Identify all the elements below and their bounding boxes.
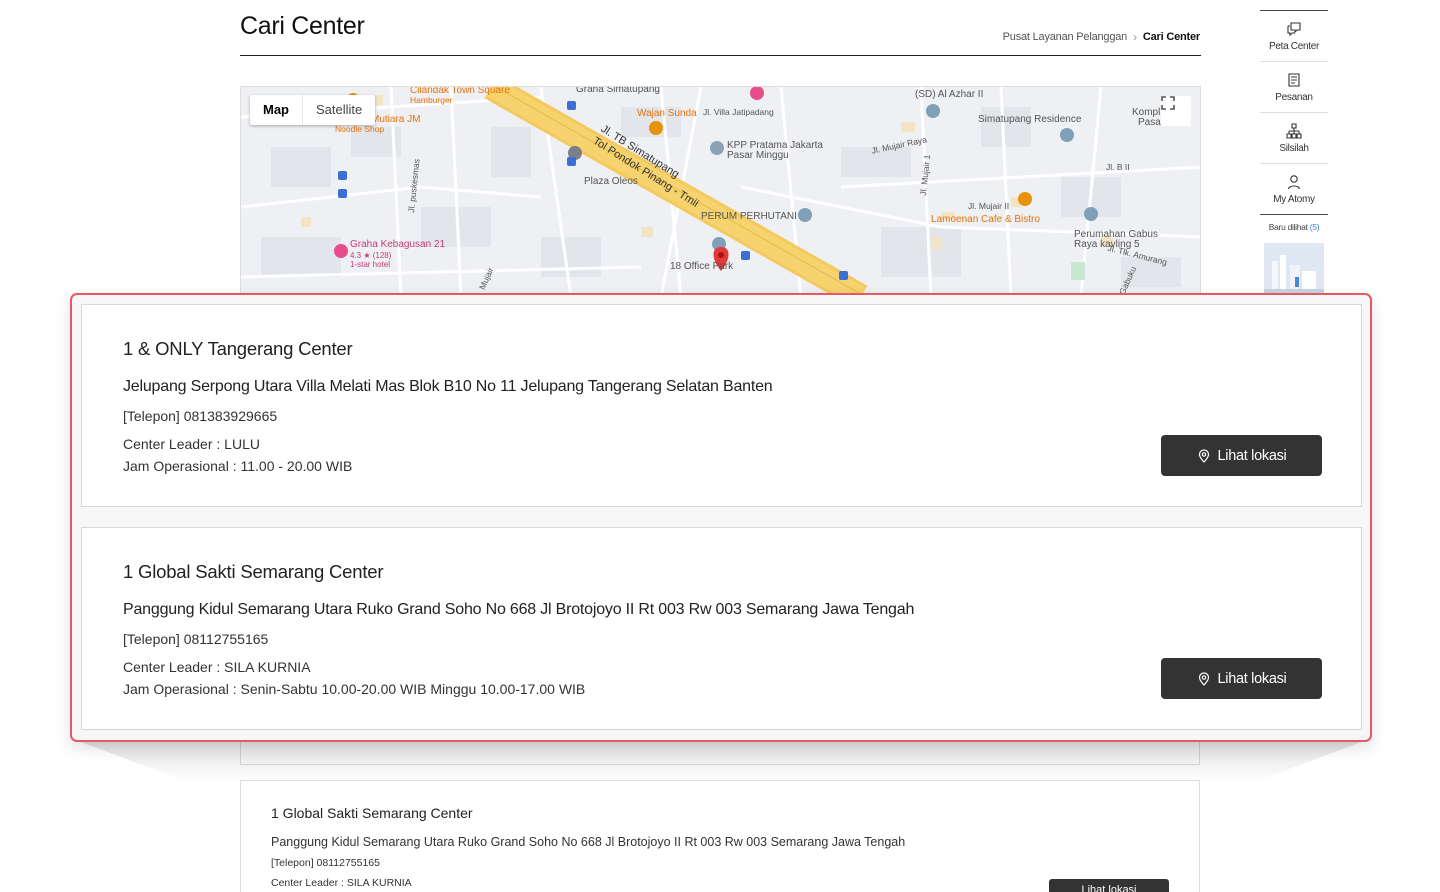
chevron-right-icon: › (1133, 30, 1137, 44)
quick-nav-peta-center[interactable]: Peta Center (1260, 11, 1328, 62)
center-name: 1 Global Sakti Semarang Center (271, 805, 473, 821)
center-leader: Center Leader : SILA KURNIA (271, 877, 412, 889)
quick-nav: Peta Center Pesanan Silsilah My Atomy (1260, 10, 1328, 215)
center-card: 1 Global Sakti Semarang Center Panggung … (240, 780, 1200, 892)
map-type-satellite-button[interactable]: Satellite (303, 95, 375, 125)
recently-viewed-label: Baru dilihat (5) (1260, 222, 1328, 232)
center-leader: Center Leader : SILA KURNIA (123, 659, 311, 675)
view-location-label: Lihat lokasi (1081, 884, 1137, 892)
view-location-button[interactable]: Lihat lokasi (1049, 879, 1169, 892)
center-address: Jelupang Serpong Utara Villa Melati Mas … (123, 378, 773, 395)
center-card: 1 Global Sakti Semarang Center Panggung … (81, 527, 1362, 730)
center-card: 1 & ONLY Tangerang Center Jelupang Serpo… (81, 304, 1362, 507)
view-location-label: Lihat lokasi (1217, 670, 1287, 687)
center-phone: [Telepon] 08112755165 (271, 857, 380, 869)
center-hours: Jam Operasional : Senin-Sabtu 10.00-20.0… (123, 681, 586, 697)
quick-nav-my-atomy[interactable]: My Atomy (1260, 164, 1328, 215)
map-label: 18 Office Park (670, 261, 734, 272)
fullscreen-icon (1161, 96, 1175, 110)
receipt-icon (1288, 72, 1300, 87)
quick-nav-label: Pesanan (1275, 91, 1313, 103)
quick-nav-label: Silsilah (1279, 142, 1309, 154)
center-address: Panggung Kidul Semarang Utara Ruko Grand… (123, 601, 915, 618)
map-label: Jl. Mujair II (968, 201, 1010, 211)
map-view[interactable]: Cilandak Town Square Hamburger Mutiara J… (240, 86, 1201, 296)
map-type-map-button[interactable]: Map (250, 95, 303, 125)
org-chart-icon (1286, 122, 1302, 139)
map-label: Plaza Oleos (584, 176, 638, 187)
center-name: 1 & ONLY Tangerang Center (123, 338, 353, 359)
map-type-control: Map Satellite (250, 95, 376, 125)
recently-viewed-thumbnail[interactable] (1264, 243, 1324, 298)
quick-nav-pesanan[interactable]: Pesanan (1260, 62, 1328, 113)
center-phone: [Telepon] 08112755165 (123, 631, 269, 647)
map-label: Graha Kebagusan 21 (350, 239, 446, 250)
map-label: Pasar Minggu (727, 150, 789, 161)
map-label: (SD) Al Azhar II (915, 89, 984, 100)
quick-nav-silsilah[interactable]: Silsilah (1260, 113, 1328, 164)
quick-nav-label: My Atomy (1273, 193, 1315, 205)
map-label: Jl. Villa Jatipadang (703, 107, 774, 117)
center-leader: Center Leader : LULU (123, 436, 260, 452)
center-phone: [Telepon] 081383929665 (123, 408, 278, 424)
map-chat-icon (1287, 21, 1301, 36)
view-location-button[interactable]: Lihat lokasi (1161, 658, 1322, 699)
location-pin-icon (1198, 448, 1209, 463)
center-name: 1 Global Sakti Semarang Center (123, 561, 384, 582)
location-pin-icon (1198, 671, 1209, 686)
map-label: Hamburger (410, 95, 453, 105)
view-location-label: Lihat lokasi (1217, 447, 1287, 464)
breadcrumb-item-customer-service[interactable]: Pusat Layanan Pelanggan (1003, 31, 1128, 43)
recently-viewed-text: Baru dilihat (1268, 222, 1308, 232)
breadcrumb-item-current: Cari Center (1142, 31, 1200, 43)
map-label: Noodle Shop (335, 124, 385, 134)
map-label: Simatupang Residence (978, 114, 1082, 125)
highlight-panel: 1 & ONLY Tangerang Center Jelupang Serpo… (70, 293, 1372, 742)
map-label: Jl. B II (1106, 162, 1130, 172)
center-hours: Jam Operasional : 11.00 - 20.00 WIB (123, 458, 353, 474)
map-label: 4.3 ★ (128) (350, 251, 392, 260)
map-label: Lamoenan Cafe & Bistro (931, 214, 1040, 225)
center-address: Panggung Kidul Semarang Utara Ruko Grand… (271, 835, 906, 849)
page-title: Cari Center (240, 12, 365, 40)
magnifier-shadow (70, 738, 1372, 782)
product-image (1264, 243, 1324, 298)
breadcrumb: Pusat Layanan Pelanggan › Cari Center (1003, 30, 1201, 44)
quick-nav-label: Peta Center (1268, 40, 1320, 52)
map-label: 1-star hotel (350, 260, 391, 269)
user-icon (1287, 174, 1301, 189)
map-label: Wajan Sunda (637, 108, 697, 119)
view-location-button[interactable]: Lihat lokasi (1161, 435, 1322, 476)
map-label: PERUM PERHUTANI (701, 211, 797, 222)
header-divider (240, 55, 1201, 56)
recently-viewed-count: (5) (1309, 222, 1320, 232)
fullscreen-button[interactable] (1161, 96, 1191, 126)
map-label: Graha Simatupang (576, 86, 660, 95)
